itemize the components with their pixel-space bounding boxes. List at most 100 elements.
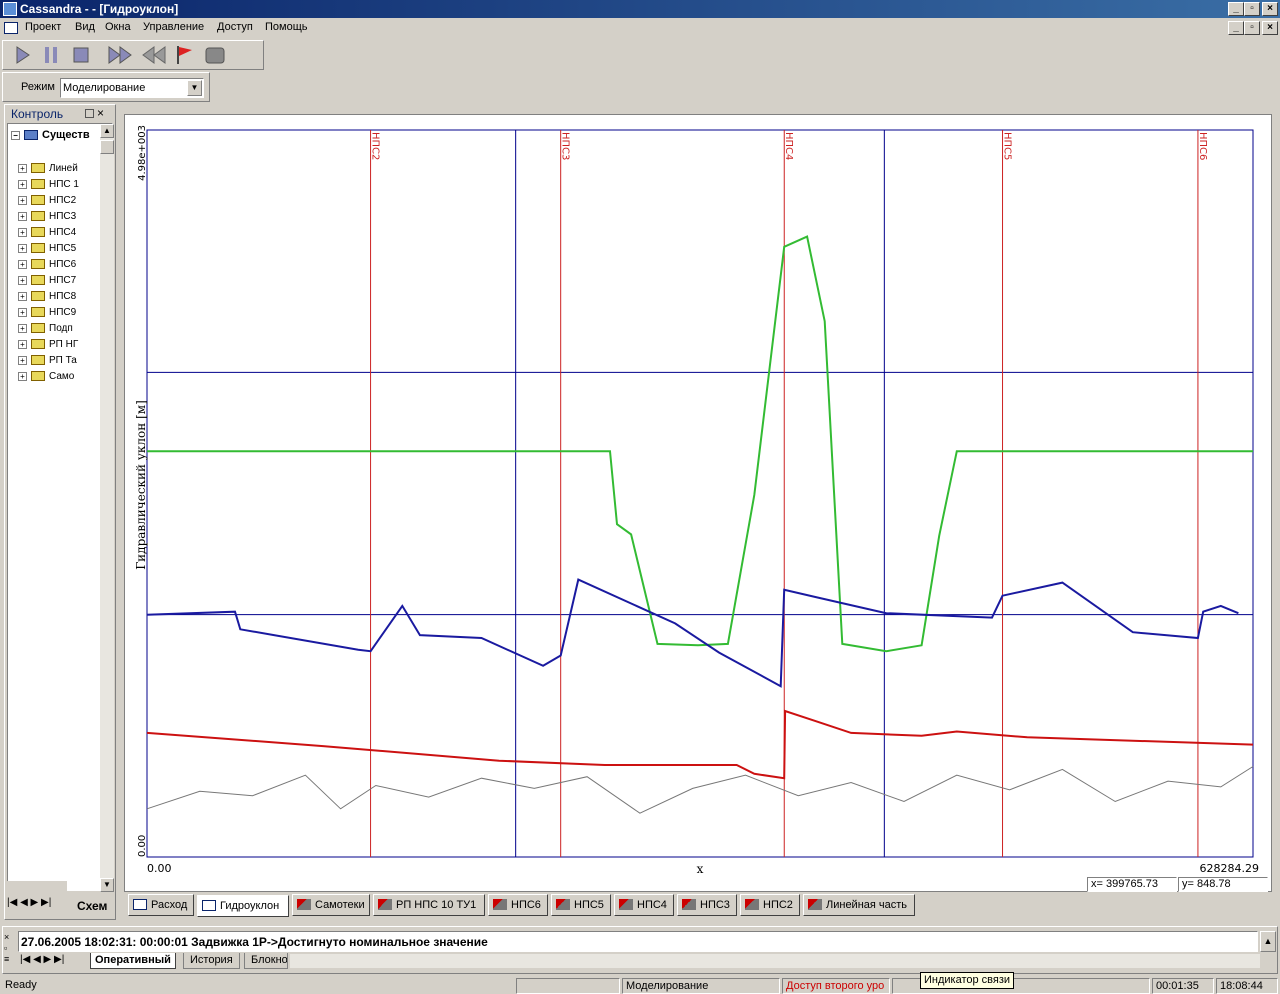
scroll-thumb[interactable] (100, 140, 114, 154)
minimize-button[interactable]: _ (1228, 2, 1244, 16)
stop-button[interactable] (68, 44, 94, 66)
tree-item-label: Само (49, 371, 75, 382)
maximize-button[interactable]: ▫ (1244, 2, 1260, 16)
hydraulic-gradient-chart[interactable]: НПС2 НПС3 НПС4 НПС5 НПС6 0.00 628284.29 x 4.98e+… (125, 115, 1271, 891)
close-button[interactable]: × (1262, 2, 1278, 16)
mode-select[interactable]: Моделирование ▼ (60, 78, 204, 98)
doc-minimize-button[interactable]: _ (1228, 21, 1244, 35)
message-tab-nav[interactable]: |◀ ◀ ▶ ▶| (20, 954, 64, 965)
stamp-button[interactable] (202, 44, 228, 66)
flag-button[interactable] (172, 44, 198, 66)
expand-icon[interactable]: + (18, 307, 27, 317)
expand-icon[interactable]: + (18, 243, 27, 253)
tab-nps3[interactable]: НПС3 (677, 894, 737, 916)
station-label: НПС5 (1002, 132, 1013, 160)
tree-item[interactable]: + НПС9 (18, 305, 108, 321)
tree-item[interactable]: + Само (18, 369, 108, 385)
expand-icon[interactable]: + (18, 227, 27, 237)
status-progress (516, 978, 620, 994)
message-line[interactable]: 27.06.2005 18:02:31: 00:00:01 Задвижка 1… (21, 935, 488, 949)
tree-scrollbar[interactable]: ▲ ▼ (100, 124, 114, 892)
expand-icon[interactable]: + (18, 291, 27, 301)
expand-icon[interactable]: + (18, 275, 27, 285)
folder-icon (31, 227, 45, 238)
message-scroll-icon[interactable]: ▲ (1260, 931, 1276, 952)
folder-icon (31, 211, 45, 222)
tree-item[interactable]: + НПС4 (18, 225, 108, 241)
panel-grip[interactable]: × ▫ ≡ (4, 932, 14, 968)
cursor-x-readout: x= 399765.73 (1087, 877, 1177, 892)
station-label: НПС4 (783, 132, 794, 160)
stop-icon (73, 47, 89, 63)
tree-item[interactable]: + РП НГ (18, 337, 108, 353)
tree-item-label: НПС8 (49, 291, 77, 302)
folder-icon (31, 307, 45, 318)
menu-control[interactable]: Управление (143, 21, 204, 33)
schema-tab[interactable]: Схем (77, 899, 107, 913)
expand-icon[interactable]: + (18, 179, 27, 189)
menu-project[interactable]: Проект (25, 21, 61, 33)
tab-label: РП НПС 10 ТУ1 (396, 899, 477, 911)
tab-nps6[interactable]: НПС6 (488, 894, 548, 916)
tree-item[interactable]: + Подп (18, 321, 108, 337)
scroll-up-icon[interactable]: ▲ (100, 124, 114, 138)
expand-icon[interactable]: + (18, 259, 27, 269)
scheme-icon (556, 899, 570, 910)
message-hscrollbar[interactable] (290, 954, 1260, 968)
rewind-button[interactable] (140, 44, 166, 66)
chevron-down-icon[interactable]: ▼ (187, 80, 202, 96)
tree-item[interactable]: + НПС5 (18, 241, 108, 257)
expand-icon[interactable]: + (18, 355, 27, 365)
stamp-icon (205, 47, 225, 64)
tab-nps2[interactable]: НПС2 (740, 894, 800, 916)
tree-item[interactable]: + НПС6 (18, 257, 108, 273)
tab-rp-nps10[interactable]: РП НПС 10 ТУ1 (373, 894, 485, 916)
tree-root[interactable]: − Существ (11, 129, 90, 141)
tree-nav[interactable]: |◀ ◀ ▶ ▶| (7, 897, 51, 908)
window-title: Cassandra - - [Гидроуклон] (20, 2, 179, 16)
menu-windows[interactable]: Окна (105, 21, 131, 33)
expand-icon[interactable]: + (18, 371, 27, 381)
doc-restore-button[interactable]: ▫ (1244, 21, 1260, 35)
tab-gravity-flow[interactable]: Самотеки (292, 894, 370, 916)
tab-label: НПС6 (511, 899, 541, 911)
tab-linear-part[interactable]: Линейная часть (803, 894, 915, 916)
tree-item[interactable]: + Линей (18, 161, 108, 177)
tab-nps4[interactable]: НПС4 (614, 894, 674, 916)
tree-item[interactable]: + РП Та (18, 353, 108, 369)
expand-icon[interactable]: + (18, 323, 27, 333)
doc-close-button[interactable]: × (1262, 21, 1278, 35)
menu-access[interactable]: Доступ (217, 21, 253, 33)
tree-item[interactable]: + НПС3 (18, 209, 108, 225)
scheme-icon (297, 899, 311, 910)
status-ready: Ready (5, 979, 37, 991)
menu-view[interactable]: Вид (75, 21, 95, 33)
expand-icon[interactable]: + (18, 339, 27, 349)
window-icon (202, 900, 216, 911)
tab-nps5[interactable]: НПС5 (551, 894, 611, 916)
tree-item[interactable]: + НПС8 (18, 289, 108, 305)
menu-help[interactable]: Помощь (265, 21, 308, 33)
tree-item[interactable]: + НПС7 (18, 273, 108, 289)
fast-forward-button[interactable] (106, 44, 132, 66)
tab-operative[interactable]: Оперативный (90, 953, 176, 969)
tree-item[interactable]: + НПС 1 (18, 177, 108, 193)
tab-flow[interactable]: Расход (128, 894, 194, 916)
tree-hscrollbar[interactable] (7, 881, 67, 895)
scroll-down-icon[interactable]: ▼ (100, 878, 114, 892)
folder-icon (31, 163, 45, 174)
play-icon (16, 46, 30, 64)
play-button[interactable] (10, 44, 36, 66)
tree-item-label: НПС5 (49, 243, 77, 254)
tab-history[interactable]: История (183, 953, 240, 969)
tab-notepad[interactable]: Блокно (244, 953, 288, 969)
panel-close-icon[interactable]: × (97, 106, 104, 120)
expand-icon[interactable]: + (18, 195, 27, 205)
x-max-tick: 628284.29 (1200, 862, 1260, 875)
tab-gradient[interactable]: Гидроуклон (197, 895, 289, 917)
expand-icon[interactable]: + (18, 163, 27, 173)
panel-undock-icon[interactable] (85, 109, 94, 118)
tree-item[interactable]: + НПС2 (18, 193, 108, 209)
pause-button[interactable] (38, 44, 64, 66)
expand-icon[interactable]: + (18, 211, 27, 221)
